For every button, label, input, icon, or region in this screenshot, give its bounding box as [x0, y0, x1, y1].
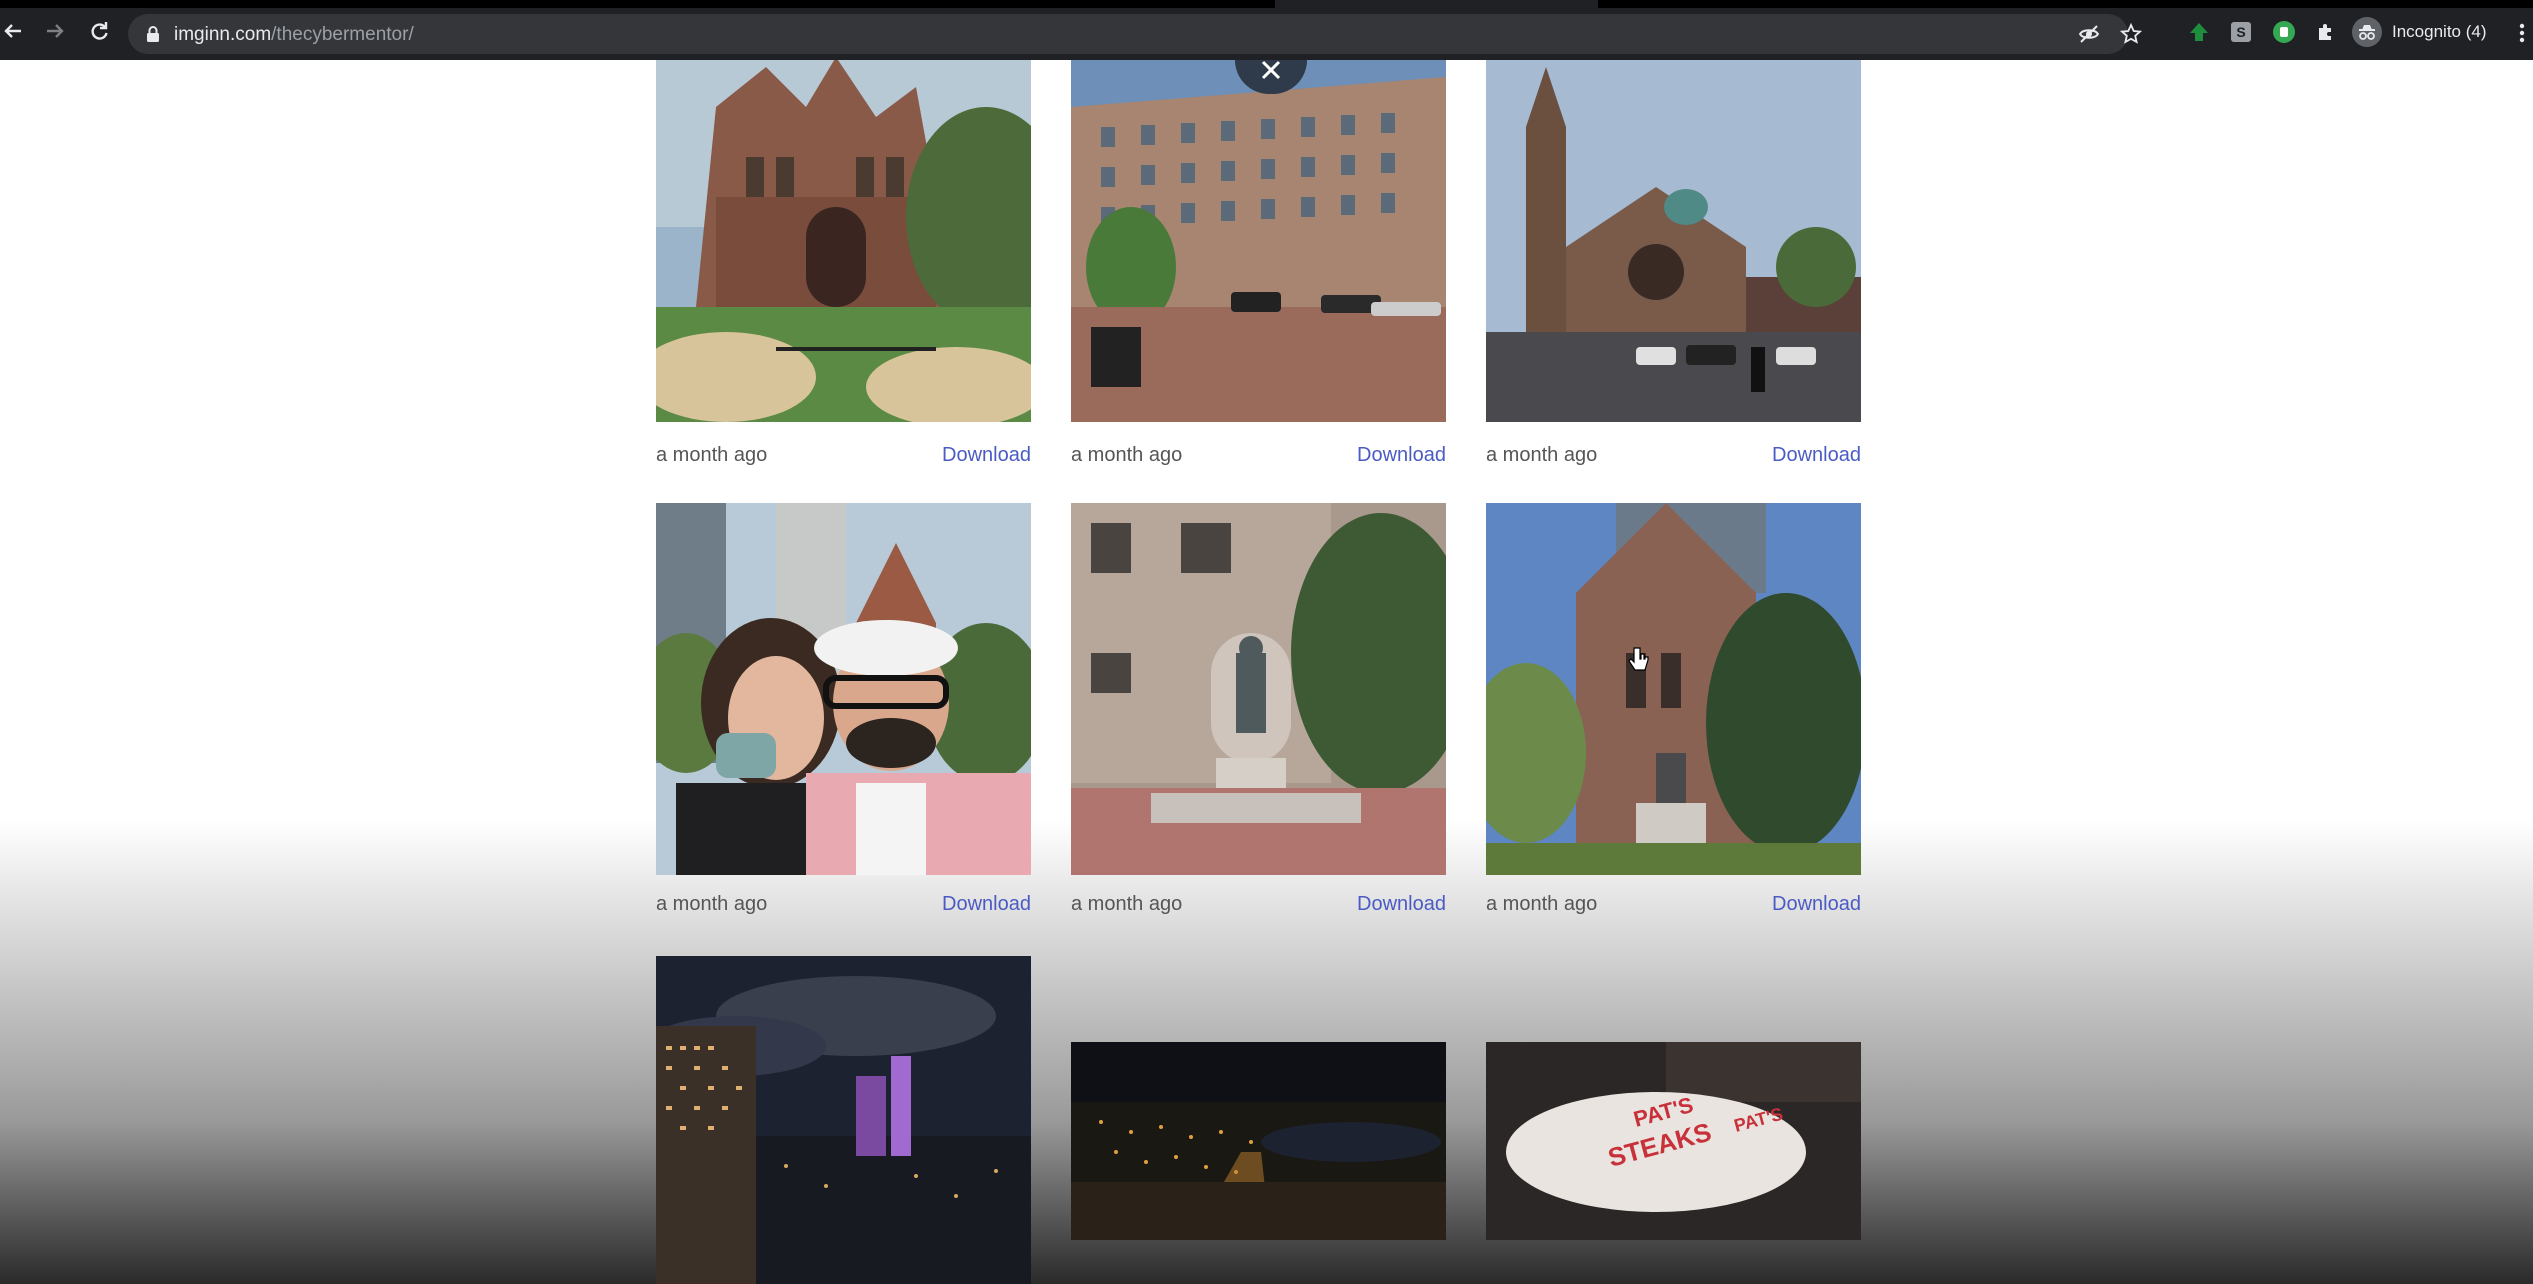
address-bar[interactable]: imginn.com/thecybermentor/	[128, 14, 2143, 54]
photo-sandwich-wrapper[interactable]: PAT'S STEAKS PAT'S	[1486, 1042, 1861, 1240]
photo-old-south-church[interactable]	[1486, 60, 1861, 422]
star-icon[interactable]	[2119, 22, 2143, 45]
hand-cursor-icon	[1628, 646, 1650, 679]
url-path: /thecybermentor/	[271, 24, 414, 45]
post-time: a month ago	[656, 444, 768, 466]
photo-statue-building[interactable]	[1071, 503, 1446, 875]
gallery-item	[1071, 1042, 1446, 1240]
post-time: a month ago	[1486, 444, 1598, 466]
incognito-profile-button[interactable]: Incognito (4)	[2352, 17, 2487, 47]
photo-night-city-lights[interactable]	[1071, 1042, 1446, 1240]
gallery-page: a month ago Download a month ago Downloa…	[0, 60, 2533, 1284]
eye-off-icon[interactable]	[2078, 23, 2100, 45]
reload-icon[interactable]	[86, 18, 112, 44]
post-time: a month ago	[1071, 893, 1183, 915]
photo-couple-selfie[interactable]	[656, 503, 1031, 875]
url-host: imginn.com	[174, 24, 272, 45]
url-text: imginn.com/thecybermentor/	[174, 24, 414, 46]
close-icon	[1261, 60, 1281, 80]
extension-green-hand-icon[interactable]	[2272, 20, 2296, 44]
gallery-item: a month ago Download	[1071, 60, 1446, 480]
photo-church-flowers[interactable]	[656, 60, 1031, 427]
item-meta: a month ago Download	[1071, 893, 1446, 923]
tab-strip	[0, 0, 1275, 8]
back-icon[interactable]	[0, 18, 26, 44]
profile-label: Incognito (4)	[2392, 22, 2487, 41]
post-time: a month ago	[1486, 893, 1598, 915]
photo-hotel-street[interactable]	[1071, 60, 1446, 422]
extension-s-icon[interactable]: S	[2229, 20, 2253, 44]
gallery-item	[656, 956, 1031, 1284]
photo-church-statue[interactable]	[1486, 503, 1861, 875]
download-link[interactable]: Download	[1357, 444, 1446, 467]
item-meta: a month ago Download	[656, 893, 1031, 923]
puzzle-extensions-icon[interactable]	[2315, 20, 2339, 44]
gallery-item: a month ago Download	[1486, 503, 1861, 923]
lock-icon	[144, 25, 162, 43]
forward-icon[interactable]	[42, 18, 68, 44]
post-time: a month ago	[1071, 444, 1183, 466]
extension-green-arrow-icon[interactable]	[2187, 20, 2211, 44]
gallery-item: a month ago Download	[656, 503, 1031, 923]
photo-night-skyline[interactable]	[656, 956, 1031, 1284]
download-link[interactable]: Download	[1772, 444, 1861, 467]
svg-text:S: S	[2236, 24, 2245, 40]
post-time: a month ago	[656, 893, 768, 915]
gallery-item: a month ago Download	[1071, 503, 1446, 923]
browser-toolbar: imginn.com/thecybermentor/ S Incognito (…	[0, 0, 2533, 61]
item-meta: a month ago Download	[656, 444, 1031, 474]
item-meta: a month ago Download	[1071, 444, 1446, 474]
download-link[interactable]: Download	[1357, 893, 1446, 916]
incognito-icon	[2352, 17, 2382, 47]
download-link[interactable]: Download	[942, 893, 1031, 916]
download-link[interactable]: Download	[942, 444, 1031, 467]
download-link[interactable]: Download	[1772, 893, 1861, 916]
item-meta: a month ago Download	[1486, 893, 1861, 923]
gallery-item: a month ago Download	[1486, 60, 1861, 480]
browser-menu-icon[interactable]	[2518, 22, 2526, 44]
item-meta: a month ago Download	[1486, 444, 1861, 474]
tab-strip-right	[1598, 0, 2533, 8]
gallery-item: PAT'S STEAKS PAT'S	[1486, 1042, 1861, 1240]
gallery-item: a month ago Download	[656, 60, 1031, 480]
